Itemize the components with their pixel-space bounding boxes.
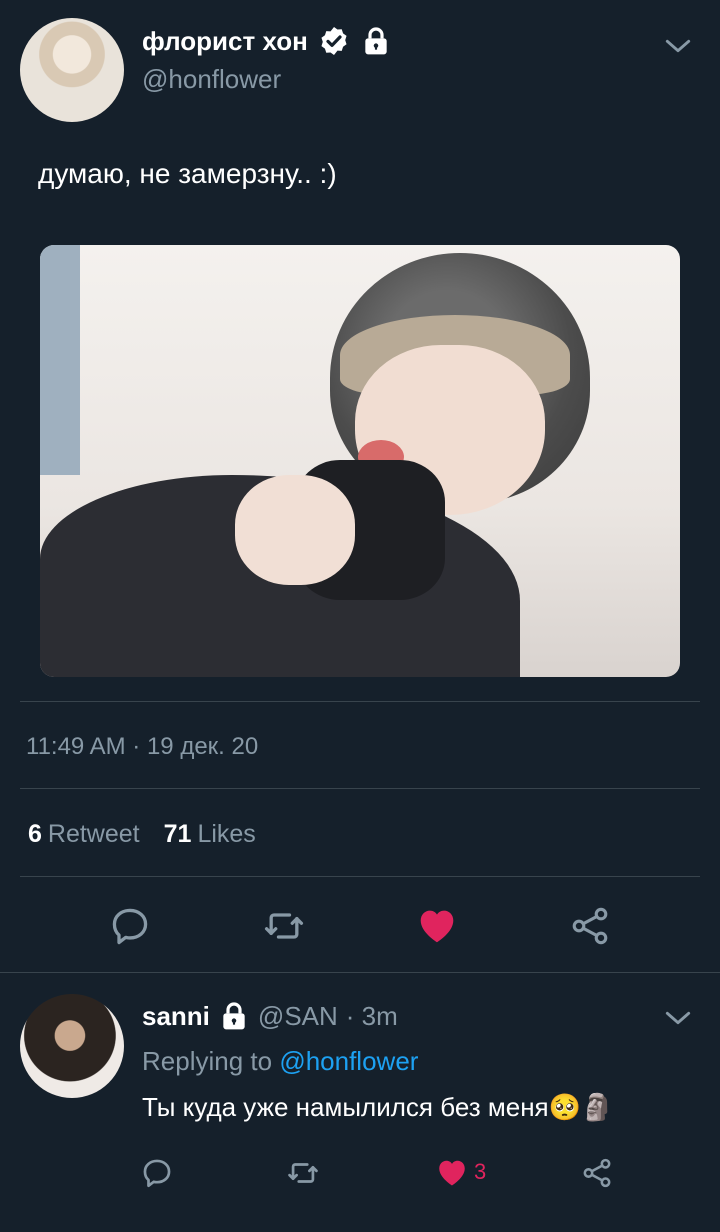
tweet-text: думаю, не замерзну.. :) [38,158,337,189]
retweet-icon[interactable] [262,904,306,948]
replying-to-link[interactable]: @honflower [279,1046,418,1076]
reply-text-row: Ты куда уже намылился без меня🥺🗿 [142,1092,613,1123]
heart-icon[interactable] [434,1154,470,1190]
reply-emoji: 🥺🗿 [548,1092,614,1122]
like-count[interactable]: 71 [164,820,192,849]
verified-badge-icon [318,25,350,57]
reply-author-avatar[interactable] [20,994,124,1098]
lock-icon [218,1000,250,1032]
reply-time: · 3m [345,1000,398,1031]
reply-icon[interactable] [108,904,152,948]
reply-icon[interactable] [140,1156,174,1190]
reply-text: Ты куда уже намылился без меня [142,1092,549,1122]
author-name-row: флорист хон [142,24,392,58]
like-label[interactable]: Likes [197,820,255,849]
retweet-icon[interactable] [286,1156,320,1190]
author-handle[interactable]: @honflower [142,64,281,95]
chevron-down-icon[interactable] [662,30,694,62]
heart-icon[interactable] [414,902,460,948]
reply-like-group[interactable]: 3 [434,1154,486,1190]
author-name[interactable]: флорист хон [142,26,308,57]
share-icon[interactable] [568,904,612,948]
divider [20,701,700,702]
replying-to-line: Replying to @honflower [142,1046,418,1077]
tweet-timestamp[interactable]: 11:49 AM · 19 дек. 20 [26,733,258,761]
engagement-counts: 6 Retweet 71 Likes [28,820,256,849]
replying-prefix: Replying to [142,1046,273,1076]
tweet-photo[interactable] [40,245,680,677]
reply-like-count: 3 [474,1159,487,1184]
reply-author-name[interactable]: sanni [142,1001,210,1032]
reply-header: sanni @SAN · 3m [142,998,398,1034]
author-avatar[interactable] [20,18,124,122]
divider [0,972,720,973]
lock-icon [360,25,392,57]
divider [20,788,700,789]
retweet-count[interactable]: 6 [28,820,42,849]
chevron-down-icon[interactable] [662,1002,694,1034]
share-icon[interactable] [580,1156,614,1190]
divider [20,876,700,877]
retweet-label[interactable]: Retweet [48,820,140,849]
reply-author-handle[interactable]: @SAN [258,1001,338,1032]
